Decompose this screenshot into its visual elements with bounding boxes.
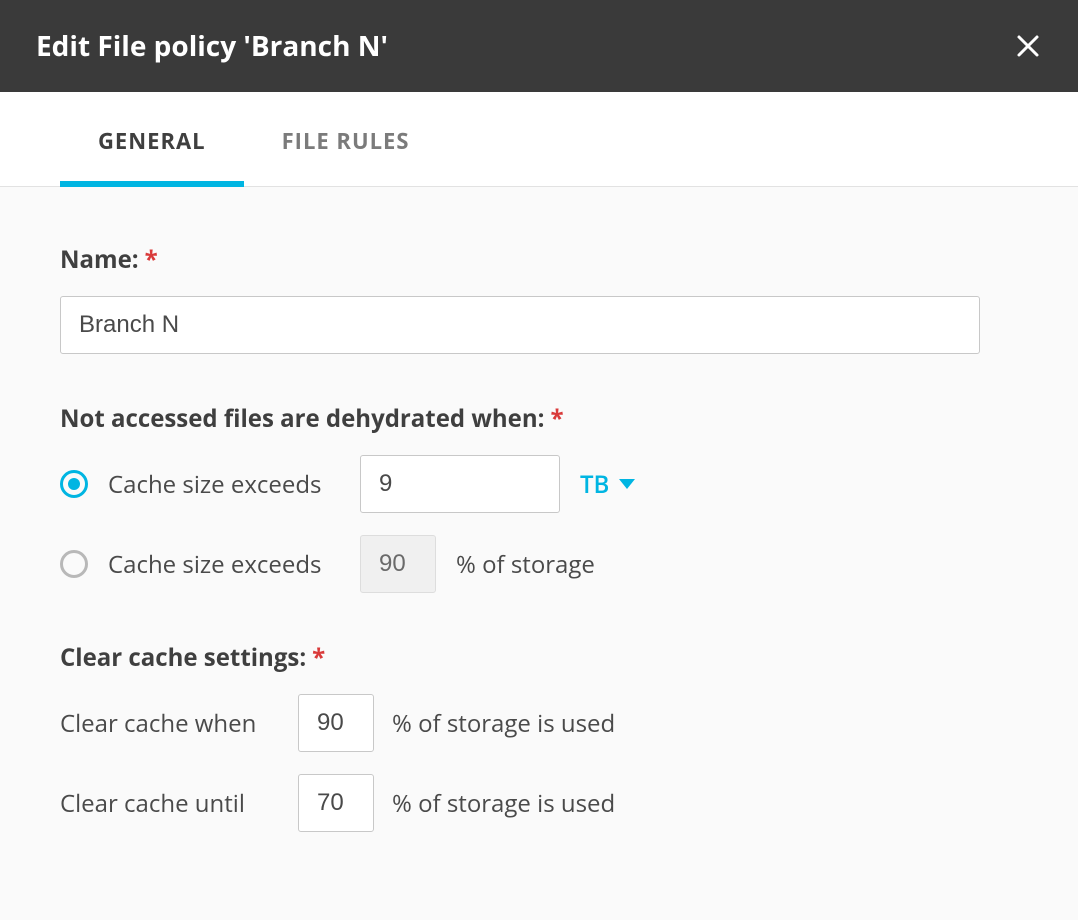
name-label-text: Name:	[60, 243, 139, 276]
clear-until-input[interactable]	[298, 774, 374, 832]
clear-until-row: Clear cache until % of storage is used	[60, 774, 1018, 832]
dialog-header: Edit File policy 'Branch N'	[0, 0, 1078, 92]
dehydrate-label: Not accessed files are dehydrated when:*	[60, 402, 1018, 435]
radio-percent[interactable]	[60, 550, 88, 578]
clear-until-suffix: % of storage is used	[392, 787, 615, 820]
name-field-group: Name:*	[60, 243, 1018, 354]
clear-cache-label-text: Clear cache settings:	[60, 641, 306, 674]
clear-cache-label: Clear cache settings:*	[60, 641, 1018, 674]
required-asterisk: *	[145, 243, 158, 276]
name-input[interactable]	[60, 296, 980, 354]
clear-when-label: Clear cache when	[60, 707, 280, 740]
option-percent-row: Cache size exceeds % of storage	[60, 535, 1018, 593]
clear-when-suffix: % of storage is used	[392, 707, 615, 740]
required-asterisk: *	[550, 402, 563, 435]
option-cache-size-label: Cache size exceeds	[108, 468, 340, 501]
clear-when-row: Clear cache when % of storage is used	[60, 694, 1018, 752]
cache-size-unit-select[interactable]: TB	[580, 468, 635, 501]
dialog-title: Edit File policy 'Branch N'	[36, 27, 388, 65]
clear-until-label: Clear cache until	[60, 787, 280, 820]
option-cache-size-row: Cache size exceeds TB	[60, 455, 1018, 513]
name-label: Name:*	[60, 243, 1018, 276]
cache-size-input[interactable]	[360, 455, 560, 513]
clear-when-input[interactable]	[298, 694, 374, 752]
close-icon	[1016, 34, 1040, 58]
close-button[interactable]	[1010, 28, 1046, 64]
dehydrate-field-group: Not accessed files are dehydrated when:*…	[60, 402, 1018, 593]
cache-size-unit-text: TB	[580, 468, 609, 501]
required-asterisk: *	[312, 641, 325, 674]
tab-bar: GENERAL FILE RULES	[0, 92, 1078, 187]
content-area: Name:* Not accessed files are dehydrated…	[0, 187, 1078, 920]
dehydrate-label-text: Not accessed files are dehydrated when:	[60, 402, 544, 435]
tab-file-rules[interactable]: FILE RULES	[244, 92, 448, 186]
clear-cache-field-group: Clear cache settings:* Clear cache when …	[60, 641, 1018, 832]
tab-general[interactable]: GENERAL	[60, 92, 244, 186]
option-percent-label: Cache size exceeds	[108, 548, 340, 581]
chevron-down-icon	[619, 479, 635, 489]
radio-cache-size[interactable]	[60, 470, 88, 498]
percent-input	[360, 535, 436, 593]
percent-suffix: % of storage	[456, 548, 595, 581]
